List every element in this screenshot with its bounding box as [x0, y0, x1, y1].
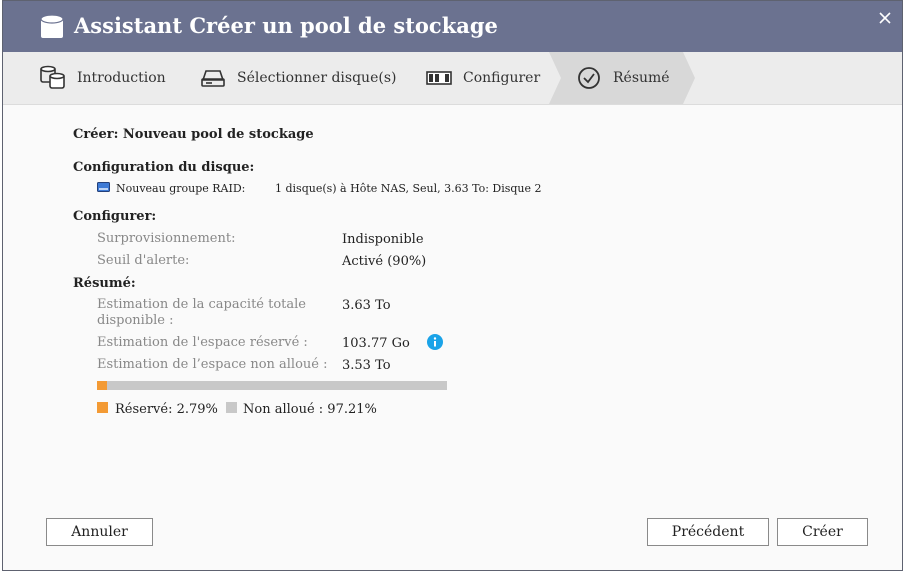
total-capacity-label: Estimation de la capacité totale — [97, 297, 306, 312]
total-capacity-value: 3.63 To — [342, 298, 391, 313]
raid-group-icon — [97, 182, 110, 192]
resume-heading: Résumé: — [73, 276, 136, 291]
overprovisioning-label: Surprovisionnement: — [97, 231, 236, 246]
unallocated-legend-label: Non alloué : 97.21% — [243, 402, 377, 417]
title-bar: Assistant Créer un pool de stockage — [3, 1, 902, 52]
hard-drive-icon — [199, 64, 227, 92]
total-capacity-label-cont: disponible : — [97, 313, 174, 328]
close-icon[interactable] — [876, 9, 894, 27]
disk-config-heading: Configuration du disque: — [73, 160, 255, 175]
reserved-legend-swatch — [97, 402, 108, 413]
unallocated-space-label: Estimation de l’espace non alloué : — [97, 357, 328, 372]
reserved-space-label: Estimation de l'espace réservé : — [97, 335, 308, 350]
window-title: Assistant Créer un pool de stockage — [74, 13, 498, 38]
step-label: Résumé — [613, 70, 670, 86]
step-select-disks[interactable]: Sélectionner disque(s) — [199, 52, 396, 104]
summary-heading: Créer: Nouveau pool de stockage — [73, 127, 314, 142]
reserved-space-fill — [97, 381, 107, 390]
alert-threshold-value: Activé (90%) — [342, 254, 427, 269]
check-circle-icon — [575, 64, 603, 92]
reserved-space-value: 103.77 Go — [342, 336, 410, 351]
overprovisioning-value: Indisponible — [342, 232, 424, 247]
raid-group-value: 1 disque(s) à Hôte NAS, Seul, 3.63 To: D… — [275, 182, 542, 195]
step-label: Introduction — [77, 70, 166, 86]
info-icon[interactable] — [427, 334, 443, 350]
raid-group-label: Nouveau groupe RAID: — [116, 182, 246, 195]
database-icon — [39, 64, 67, 92]
step-introduction[interactable]: Introduction — [39, 52, 166, 104]
create-button[interactable]: Créer — [777, 518, 868, 546]
step-configure[interactable]: Configurer — [425, 52, 540, 104]
wizard-steps: Introduction Sélectionner disque(s) Conf… — [3, 52, 902, 105]
previous-button[interactable]: Précédent — [647, 518, 769, 546]
wizard-window: Assistant Créer un pool de stockage Intr… — [2, 0, 903, 571]
unallocated-legend-swatch — [226, 402, 237, 413]
raid-config-icon — [425, 64, 453, 92]
reserved-legend-label: Réservé: 2.79% — [115, 402, 218, 417]
storage-pool-icon — [40, 14, 64, 38]
cancel-button[interactable]: Annuler — [46, 518, 153, 546]
unallocated-space-value: 3.53 To — [342, 358, 391, 373]
space-usage-bar — [97, 381, 447, 390]
configure-heading: Configurer: — [73, 209, 157, 224]
step-label: Configurer — [463, 70, 541, 86]
step-label: Sélectionner disque(s) — [237, 70, 397, 86]
step-summary[interactable]: Résumé — [575, 52, 670, 104]
alert-threshold-label: Seuil d'alerte: — [97, 253, 190, 268]
